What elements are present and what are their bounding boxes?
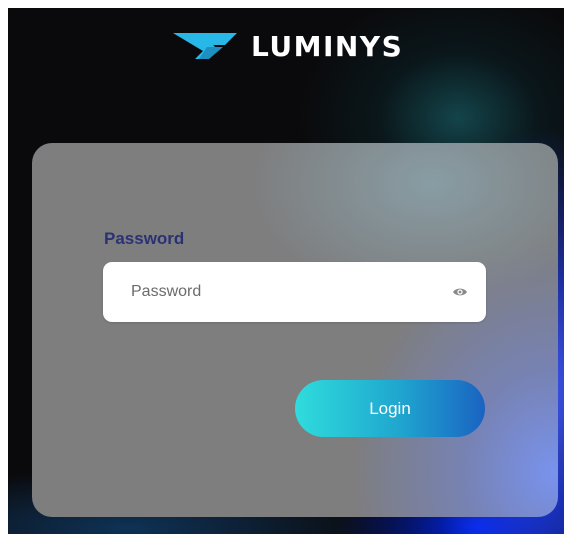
password-input[interactable]	[103, 262, 433, 322]
eye-icon[interactable]	[452, 284, 468, 300]
login-card: Password Login	[32, 143, 558, 517]
login-button[interactable]: Login	[295, 380, 485, 437]
luminys-logo-icon	[173, 33, 237, 59]
password-label: Password	[104, 229, 185, 248]
login-screen: LUMINYS Password Login	[8, 8, 564, 534]
password-field	[103, 262, 486, 322]
brand-header: LUMINYS	[173, 26, 403, 66]
brand-name: LUMINYS	[251, 29, 404, 63]
